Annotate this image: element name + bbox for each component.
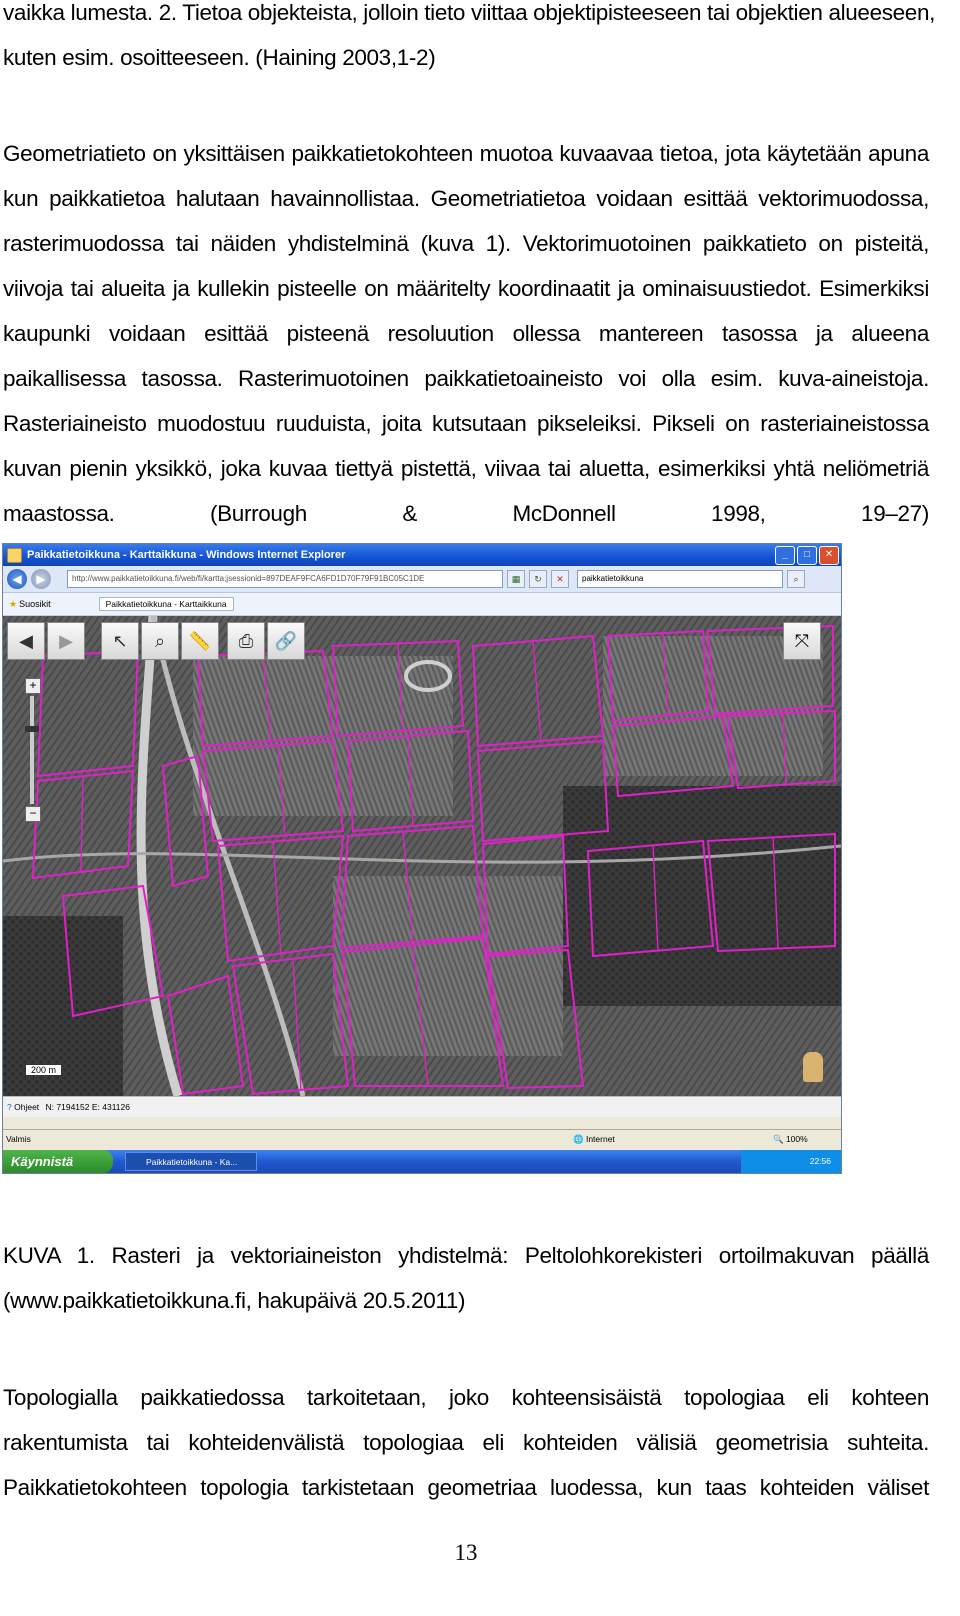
browser-tab: Paikkatietoikkuna - Karttaikkuna [98,597,234,611]
taskbar: Käynnistä Paikkatietoikkuna - Ka... 22:5… [3,1150,841,1173]
favorites-label: Suosikit [19,599,51,609]
clock: 22:56 [809,1156,831,1166]
map-status-row: ? Ohjeet N: 7194152 E: 431126 [3,1096,841,1117]
text-line: Geometriatieto on yksittäisen paikkatiet… [3,141,929,166]
zoom-level: 🔍 100% [773,1134,808,1144]
close-icon: ✕ [819,546,839,565]
minimize-icon: _ [775,546,795,565]
text-line: kun paikkatietoa halutaan havainnollista… [3,186,929,211]
favorites-bar: ★ Suosikit Paikkatietoikkuna - Karttaikk… [3,593,841,616]
start-button: Käynnistä [3,1150,113,1173]
map-view: ◀ ▶ ↖ ⌕ 📏 ⎙ 🔗 ⤧ + − 200 m [3,616,841,1096]
print-icon: ⎙ [227,622,265,660]
scale-bar: 200 m [25,1064,63,1076]
ie-status-bar: Valmis 🌐 Internet 🔍 100% [3,1129,841,1148]
text-line: Paikkatietokohteen topologia tarkistetaa… [3,1475,929,1500]
coordinates: N: 7194152 E: 431126 [45,1102,130,1112]
text-line: viivoja tai alueita ja kullekin pisteell… [3,276,929,301]
zoom-out-icon: − [25,806,41,822]
help-icon: ? [7,1102,12,1112]
figure-browser-screenshot: Paikkatietoikkuna - Karttaikkuna - Windo… [2,543,842,1174]
zoom-in-icon: + [25,678,41,694]
search-icon: ⌕ [787,570,805,588]
taskbar-item: Paikkatietoikkuna - Ka... [125,1152,257,1171]
measure-icon: 📏 [181,622,219,660]
back-icon: ◀ [7,569,27,589]
text-line: Rasteriaineisto muodostuu ruuduista, joi… [3,411,929,436]
text-line: maastossa. (Burrough & McDonnell 1998, 1… [3,501,929,526]
fullscreen-icon: ⤧ [783,622,821,660]
window-titlebar: Paikkatietoikkuna - Karttaikkuna - Windo… [3,544,841,566]
text-line: rakentumista tai kohteidenvälistä topolo… [3,1430,929,1455]
text-line: (www.paikkatietoikkuna.fi, hakupäivä 20.… [3,1288,466,1313]
status-text: Valmis [6,1134,31,1144]
favorites-star-icon: ★ [9,598,18,609]
system-tray: 22:56 [741,1150,841,1173]
map-toolbar: ◀ ▶ ↖ ⌕ 📏 ⎙ 🔗 [7,622,305,660]
text-line: KUVA 1. Rasteri ja vektoriaineiston yhdi… [3,1243,929,1268]
url-field: http://www.paikkatietoikkuna.fi/web/fi/k… [67,570,503,588]
zoom-label: 100% [785,1134,808,1144]
window-title: Paikkatietoikkuna - Karttaikkuna - Windo… [27,549,346,561]
paragraph-objects: vaikka lumesta. 2. Tietoa objekteista, j… [3,0,936,80]
aerial-map [3,616,841,1096]
forward-arrow-icon: ▶ [47,622,85,660]
text-line: kuvan pienin yksikkö, joka kuvaa tiettyä… [3,456,929,481]
security-zone: 🌐 Internet [573,1134,615,1144]
text-line: vaikka lumesta. 2. Tietoa objekteista, j… [3,0,936,25]
link-icon: 🔗 [267,622,305,660]
stop-icon: ✕ [551,570,569,588]
forward-icon: ▶ [31,569,51,589]
maximize-icon: □ [797,546,817,565]
forest-area [563,786,841,1006]
page-number: 13 [454,1540,478,1565]
paragraph-topology: Topologialla paikkatiedossa tarkoitetaan… [3,1375,929,1510]
text-line: Topologialla paikkatiedossa tarkoitetaan… [3,1385,929,1410]
ie-icon [7,547,22,563]
text-line: rasterimuodossa tai näiden yhdistelminä … [3,231,929,256]
text-line: paikallisessa tasossa. Rasterimuotoinen … [3,366,929,391]
figure-caption: KUVA 1. Rasteri ja vektoriaineiston yhdi… [3,1233,929,1323]
zoom-track [25,696,39,804]
zoom-box-icon: ⌕ [141,622,179,660]
refresh-icon: ↻ [529,570,547,588]
back-arrow-icon: ◀ [7,622,45,660]
text-line: kaupunki voidaan esittää pisteenä resolu… [3,321,929,346]
zoom-thumb [25,726,39,732]
zone-label: Internet [585,1134,615,1144]
compat-icon: ▦ [507,570,525,588]
address-bar: ◀ ▶ http://www.paikkatietoikkuna.fi/web/… [3,566,841,593]
zoom-slider: + − [25,678,41,822]
help-label: Ohjeet [14,1102,40,1112]
paragraph-geometry: Geometriatieto on yksittäisen paikkatiet… [3,131,929,536]
select-pointer-icon: ↖ [101,622,139,660]
street-view-icon [803,1052,823,1082]
field-area [333,876,563,1056]
forest-area [3,916,123,1096]
text-line: kuten esim. osoitteeseen. (Haining 2003,… [3,45,436,70]
search-field: paikkatietoikkuna [577,570,783,588]
